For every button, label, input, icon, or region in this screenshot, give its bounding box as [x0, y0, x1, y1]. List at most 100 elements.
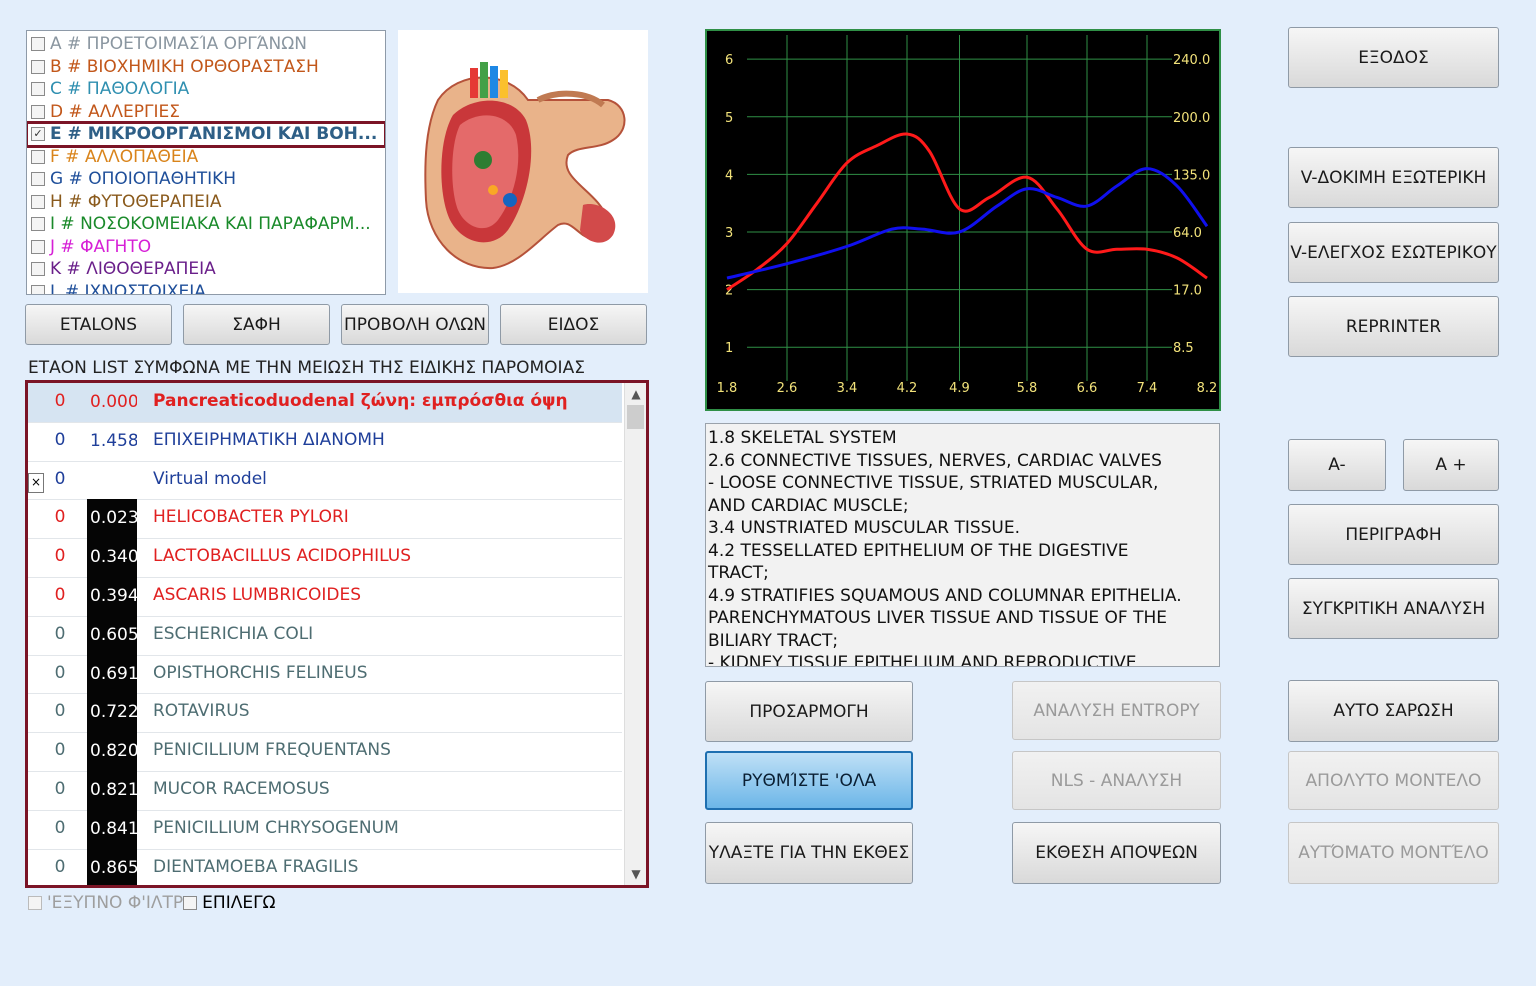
- font-decrease-button[interactable]: A-: [1288, 439, 1386, 491]
- chart-x-tick-label: 5.8: [1017, 381, 1038, 396]
- category-item-g[interactable]: G # ΟΠΟΙΟΠΑΘΗΤΙΚΗ: [27, 168, 385, 191]
- table-row[interactable]: 0 0.691 OPISTHORCHIS FELINEUS: [28, 654, 622, 695]
- results-scrollbar[interactable]: ▲ ▼: [624, 383, 646, 885]
- category-label: E # ΜΙΚΡΟΟΡΓΑΝΙΣΜΟΙ ΚΑΙ ΒΟΗ...: [50, 124, 378, 145]
- entropy-analysis-button[interactable]: ΑΝΑΛΥΣΗ ENTROPY: [1012, 681, 1221, 740]
- category-checkbox[interactable]: [31, 82, 45, 97]
- table-row[interactable]: 0 0.340 LACTOBACILLUS ACIDOPHILUS: [28, 538, 622, 578]
- table-row[interactable]: 0 0.605 ESCHERICHIA COLI: [28, 615, 622, 656]
- clarity-button[interactable]: ΣΑΦΗ: [183, 304, 330, 345]
- table-row[interactable]: 0 1.458 ΕΠΙΧΕΙΡΗΜΑΤΙΚΗ ΔΙΑΝΟΜΗ: [28, 422, 622, 462]
- category-checkbox[interactable]: [31, 37, 45, 52]
- table-row[interactable]: 0 0.023 HELICOBACTER PYLORI: [28, 499, 622, 540]
- category-item-k[interactable]: K # ΛΙΘΟΘΕΡΑΠΕΙΑ: [27, 258, 385, 281]
- table-row[interactable]: 0 0.394 ASCARIS LUMBRICOIDES: [28, 577, 622, 617]
- table-row[interactable]: 0 0.722 ROTAVIRUS: [28, 693, 622, 734]
- chart-series-line-2: [726, 167, 1209, 280]
- category-label: G # ΟΠΟΙΟΠΑΘΗΤΙΚΗ: [50, 169, 237, 190]
- row-value: 0.340: [87, 538, 137, 577]
- category-checkbox[interactable]: [31, 262, 45, 277]
- show-all-button[interactable]: ΠΡΟΒΟΛΗ ΟΛΩΝ: [341, 304, 489, 345]
- chart-y-right-tick-label: 8.5: [1173, 341, 1194, 356]
- auto-model-button[interactable]: ΑΥΤΌΜΑΤΟ ΜΟΝΤΈΛΟ: [1288, 822, 1499, 884]
- category-checkbox[interactable]: [31, 149, 45, 164]
- category-item-f[interactable]: F # ΑΛΛΟΠΑΘΕΙΑ: [27, 146, 385, 169]
- row-value: 0.023: [87, 499, 137, 539]
- reprinter-button[interactable]: REPRINTER: [1288, 296, 1499, 357]
- smart-filter-checkbox[interactable]: [28, 896, 42, 910]
- absolute-model-button[interactable]: ΑΠΟΛΥΤΟ ΜΟΝΤΕΛΟ: [1288, 751, 1499, 810]
- row-name: ROTAVIRUS: [153, 701, 250, 722]
- category-checkbox[interactable]: [31, 59, 45, 74]
- v-test-external-button[interactable]: V-ΔΟΚΙΜΗ ΕΞΩΤΕΡΙΚΗ: [1288, 147, 1499, 208]
- etalon-results-table[interactable]: 0 0.000 Pancreaticoduodenal ζώνη: εμπρόσθι…: [25, 380, 649, 888]
- category-item-c[interactable]: C # ΠΑΘΟΛΟΓΙΑ: [27, 78, 385, 101]
- chart-y-right-tick-label: 200.0: [1173, 111, 1210, 126]
- category-item-h[interactable]: H # ΦΥΤΟΘΕΡΑΠΕΙΑ: [27, 191, 385, 214]
- category-checkbox[interactable]: ✓: [31, 127, 45, 142]
- table-row[interactable]: × 0 Virtual model: [28, 461, 622, 501]
- table-row[interactable]: 0 0.000 Pancreaticoduodenal ζώνη: εμπρόσθι…: [28, 383, 622, 423]
- category-item-b[interactable]: B # ΒΙΟΧΗΜΙΚΗ ΟΡΘΟΡΑΣΤΑΣΗ: [27, 56, 385, 79]
- category-label: F # ΑΛΛΟΠΑΘΕΙΑ: [50, 146, 199, 167]
- row-name: ASCARIS LUMBRICOIDES: [153, 585, 362, 605]
- exit-button[interactable]: ΕΞΟΔΟΣ: [1288, 27, 1499, 88]
- description-line: TRACT;: [708, 563, 769, 583]
- kind-button[interactable]: ΕΙΔΟΣ: [500, 304, 647, 345]
- chart-y-left-tick-label: 6: [725, 53, 733, 68]
- table-row[interactable]: 0 0.841 PENICILLIUM CHRYSOGENUM: [28, 809, 622, 850]
- description-button[interactable]: ΠΕΡΙΓΡΑΦΗ: [1288, 504, 1499, 565]
- row-name: MUCOR RACEMOSUS: [153, 779, 330, 799]
- category-item-l[interactable]: L # ΙΧΝΟΣΤΟΙΧΕΙΑ: [27, 281, 385, 294]
- chart-series-line-1: [726, 132, 1208, 291]
- category-checkbox[interactable]: [31, 239, 45, 254]
- scrollbar-thumb[interactable]: [627, 405, 644, 429]
- scroll-up-icon[interactable]: ▲: [625, 387, 646, 401]
- row-value: 0.722: [87, 693, 137, 733]
- category-list[interactable]: A # ΠΡΟΕΤΟΙΜΑΣΊΑ ΟΡΓΆΝΩΝ B # ΒΙΟΧΗΜΙΚΗ ΟΡ…: [26, 30, 386, 295]
- row-value: 1.458: [90, 430, 137, 451]
- table-row[interactable]: 0 0.865 DIENTAMOEBA FRAGILIS: [28, 848, 622, 885]
- adjust-button[interactable]: ΠΡΟΣΑΡΜΟΓΗ: [705, 681, 913, 742]
- row-name: PENICILLIUM CHRYSOGENUM: [153, 817, 399, 838]
- row-name: ESCHERICHIA COLI: [153, 623, 314, 644]
- nls-analysis-button[interactable]: NLS - ΑΝΑΛΥΣΗ: [1012, 751, 1221, 810]
- remove-marker-icon[interactable]: ×: [28, 472, 44, 493]
- description-line: 4.2 TESSELLATED EPITHELIUM OF THE DIGEST…: [708, 540, 1129, 561]
- category-item-d[interactable]: D # ΑΛΛΕΡΓΙΕΣ: [27, 101, 385, 124]
- category-checkbox[interactable]: [31, 217, 45, 232]
- category-item-e[interactable]: ✓ E # ΜΙΚΡΟΟΡΓΑΝΙΣΜΟΙ ΚΑΙ ΒΟΗ...: [27, 121, 385, 148]
- chart-y-right-tick-label: 240.0: [1173, 53, 1210, 68]
- opinion-report-button[interactable]: ΕΚΘΕΣΗ ΑΠΟΨΕΩΝ: [1012, 822, 1221, 884]
- chart-canvas: 1 8.52 17.03 64.04 135.05 200.06 240.01.8 2.6 3.…: [717, 35, 1217, 396]
- category-checkbox[interactable]: [31, 284, 45, 294]
- row-value: 0.820: [87, 732, 137, 771]
- font-increase-button[interactable]: A +: [1403, 439, 1499, 491]
- etalons-button[interactable]: ETALONS: [25, 304, 172, 345]
- auto-scan-button[interactable]: ΑΥΤΟ ΣΑΡΩΣΗ: [1288, 680, 1499, 742]
- scroll-down-icon[interactable]: ▼: [625, 867, 646, 881]
- description-line: 3.4 UNSTRIATED MUSCULAR TISSUE.: [708, 518, 1021, 538]
- category-checkbox[interactable]: [31, 172, 45, 187]
- category-item-a[interactable]: A # ΠΡΟΕΤΟΙΜΑΣΊΑ ΟΡΓΆΝΩΝ: [27, 33, 385, 56]
- description-line: - KIDNEY TISSUE EPITHELIUM AND REPRODUCT…: [708, 653, 1137, 667]
- category-item-j[interactable]: J # ΦΑΓΗΤΟ: [27, 236, 385, 259]
- select-checkbox[interactable]: [183, 896, 198, 910]
- save-report-button[interactable]: ΥΛΑΞΤΕ ΓΙΑ ΤΗΝ ΕΚΘΕΣ: [705, 822, 913, 884]
- set-all-button[interactable]: ΡΥΘΜΊΣΤΕ 'ΟΛΑ: [705, 751, 913, 810]
- comparative-analysis-button[interactable]: ΣΥΓΚΡΙΤΙΚΗ ΑΝΑΛΥΣΗ: [1288, 578, 1499, 639]
- chart-x-tick-label: 7.4: [1137, 381, 1158, 396]
- category-item-i[interactable]: I # ΝΟΣΟΚΟΜΕΙΑΚΑ ΚΑΙ ΠΑΡΑΦΑΡΜ...: [27, 213, 385, 236]
- category-label: H # ΦΥΤΟΘΕΡΑΠΕΙΑ: [50, 191, 222, 212]
- category-checkbox[interactable]: [31, 194, 45, 209]
- table-row[interactable]: 0 0.820 PENICILLIUM FREQUENTANS: [28, 732, 622, 772]
- description-line: 1.8 SKELETAL SYSTEM: [708, 428, 897, 448]
- organ-illustration: [398, 30, 648, 293]
- description-line: 4.9 STRATIFIES SQUAMOUS AND COLUMNAR EPI…: [708, 585, 1182, 606]
- table-row[interactable]: 0 0.821 MUCOR RACEMOSUS: [28, 771, 622, 811]
- select-label: ΕΠΙΛΕΓΩ: [202, 893, 276, 913]
- v-check-internal-button[interactable]: V-ΕΛΕΓΧΟΣ ΕΣΩΤΕΡΙΚΟΥ: [1288, 222, 1499, 283]
- category-checkbox[interactable]: [31, 104, 45, 119]
- chart-y-left-tick-label: 1: [725, 341, 733, 356]
- chart-x-tick-label: 4.2: [897, 381, 918, 396]
